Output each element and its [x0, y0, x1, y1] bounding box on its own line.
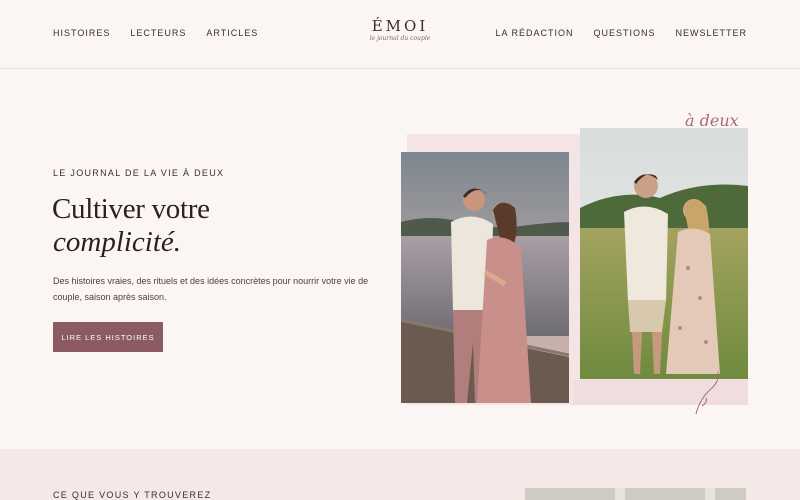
interior-window-2	[705, 488, 715, 500]
site-header: Histoires Lecteurs Articles ÉMOI le jour…	[0, 0, 800, 69]
nav-link-questions[interactable]: Questions	[593, 28, 655, 38]
interior-window-1	[615, 488, 625, 500]
couple-meadow-photo	[580, 128, 748, 379]
features-eyebrow: Ce que vous y trouverez	[53, 490, 212, 500]
interior-photo	[525, 488, 746, 500]
flourish-decoration	[695, 371, 719, 415]
hero-title-line2: complicité.	[53, 226, 182, 258]
read-stories-button[interactable]: Lire les histoires	[53, 322, 163, 352]
nav-link-la-redaction[interactable]: La Rédaction	[495, 28, 573, 38]
hero-lead-text: Des histoires vraies, des rituels et des…	[53, 276, 369, 302]
hero-title-line1: Cultiver votre	[52, 193, 210, 225]
hero-eyebrow: Le journal de la vie à deux	[53, 168, 225, 178]
nav-link-newsletter[interactable]: Newsletter	[675, 28, 747, 38]
script-accent-label: à deux	[685, 111, 739, 130]
couple-lake-photo	[401, 152, 569, 403]
primary-nav-right: La Rédaction Questions Newsletter	[495, 28, 747, 38]
